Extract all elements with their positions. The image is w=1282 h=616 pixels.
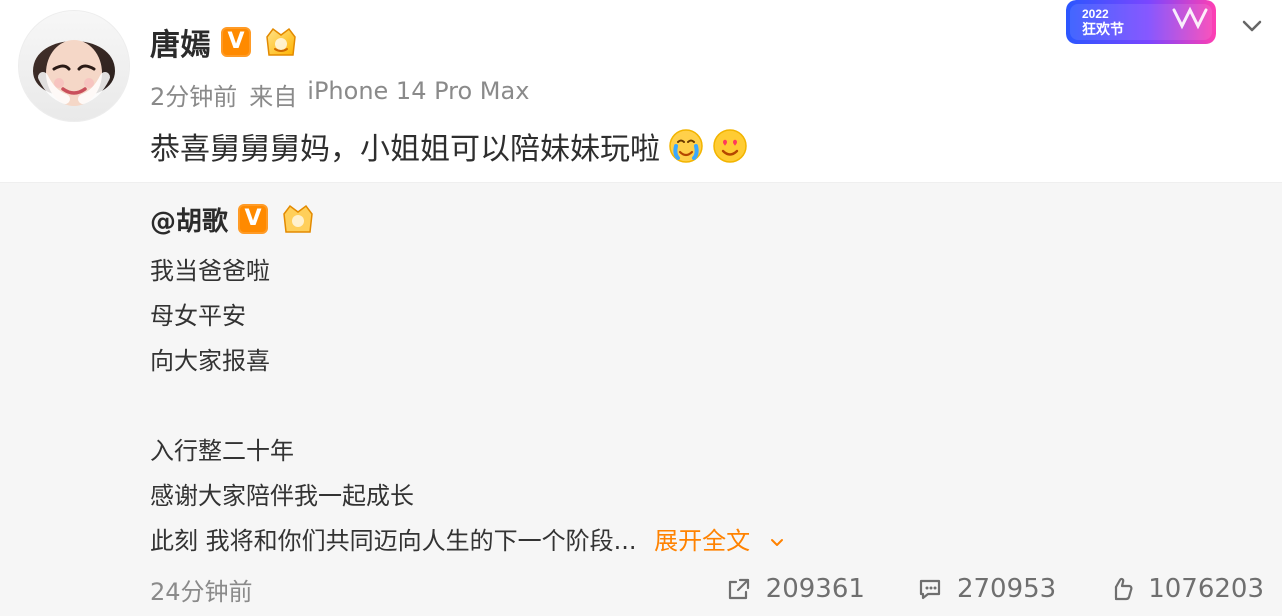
verified-badge-icon: V — [238, 204, 269, 234]
heart-eyes-emoji-icon — [713, 129, 747, 163]
repost-text: 我当爸爸啦 母女平安 向大家报喜 入行整二十年 感谢大家陪伴我一起成长 此刻 我… — [150, 249, 1250, 564]
repost-last-line: 此刻 我将和你们共同迈向人生的下一个阶段... 展开全文 — [150, 519, 1250, 564]
repost-line: 母女平安 — [150, 302, 246, 330]
repost-time[interactable]: 24分钟前 — [150, 572, 253, 607]
rank-badge-icon — [266, 27, 296, 56]
verified-badge-icon: V — [221, 27, 251, 57]
engagement-actions: 209361 270953 1076203 — [724, 574, 1264, 604]
post-source-prefix: 来自 — [249, 82, 298, 111]
repost-line: 感谢大家陪伴我一起成长 — [150, 482, 414, 510]
event-banner-graphic: 2022 狂欢节 — [1066, 0, 1216, 44]
chevron-down-icon[interactable] — [768, 533, 786, 551]
post-source: 来自 iPhone 14 Pro Max — [249, 77, 529, 112]
post-header-and-body: 唐嫣 V 2分钟前 来自 iPhone 14 Pro Max 恭喜舅舅舅妈，小姐… — [0, 0, 1282, 182]
expand-full-text-link[interactable]: 展开全文 — [654, 527, 750, 555]
comment-button[interactable]: 270953 — [915, 574, 1056, 604]
comment-count: 270953 — [956, 574, 1057, 604]
post-meta: 2分钟前 来自 iPhone 14 Pro Max — [150, 76, 529, 112]
event-banner[interactable]: 2022 狂欢节 — [1066, 0, 1216, 44]
post-time[interactable]: 2分钟前 — [150, 77, 237, 112]
comment-icon — [919, 579, 941, 600]
repost-line: 我当爸爸啦 — [150, 257, 270, 285]
repost-line: 入行整二十年 — [150, 437, 294, 465]
post-content: 恭喜舅舅舅妈，小姐姐可以陪妹妹玩啦 — [150, 124, 748, 168]
post-text: 恭喜舅舅舅妈，小姐姐可以陪妹妹玩啦 — [150, 132, 660, 167]
event-year: 2022 — [1082, 7, 1109, 21]
repost-author-row: @胡歌 V — [150, 199, 318, 239]
like-count: 1076203 — [1148, 574, 1264, 604]
event-label: 狂欢节 — [1082, 21, 1124, 38]
author-name[interactable]: 唐嫣 — [150, 20, 211, 64]
post-device[interactable]: iPhone 14 Pro Max — [307, 77, 529, 112]
repost-box: @胡歌 V 我当爸爸啦 母女平安 向大家报喜 入行整二十年 感谢大家陪伴我一起成… — [0, 182, 1282, 616]
weibo-post-card: 唐嫣 V 2分钟前 来自 iPhone 14 Pro Max 恭喜舅舅舅妈，小姐… — [0, 0, 1282, 616]
repost-line: 向大家报喜 — [150, 347, 270, 375]
repost-line — [150, 384, 1250, 429]
rank-badge-icon — [283, 204, 313, 233]
share-icon — [728, 578, 749, 600]
crying-emoji-icon — [669, 129, 703, 163]
chevron-down-icon[interactable] — [1238, 12, 1266, 40]
thumbs-up-icon — [1115, 577, 1133, 601]
repost-footer: 24分钟前 209361 270953 1076203 — [150, 571, 1270, 607]
avatar-image-icon — [19, 11, 129, 121]
repost-author[interactable]: @胡歌 — [150, 201, 228, 238]
author-row: 唐嫣 V — [150, 18, 301, 66]
like-button[interactable]: 1076203 — [1106, 574, 1264, 604]
avatar[interactable] — [18, 10, 130, 122]
repost-line: 此刻 我将和你们共同迈向人生的下一个阶段... — [150, 527, 637, 555]
share-count: 209361 — [765, 574, 865, 604]
share-button[interactable]: 209361 — [724, 574, 865, 604]
